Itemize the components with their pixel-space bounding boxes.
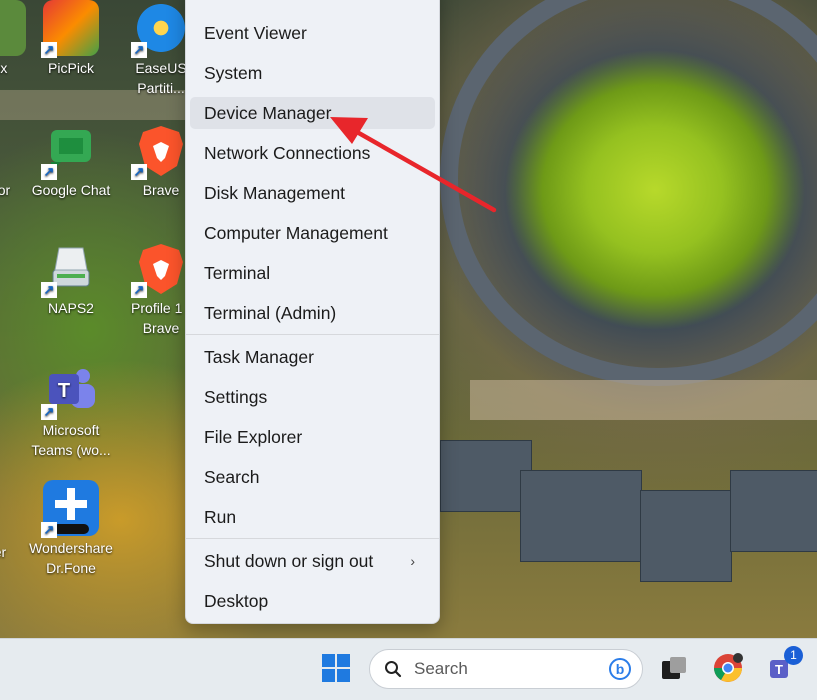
chrome-icon[interactable] xyxy=(712,652,744,684)
taskbar-search-box[interactable]: Search b xyxy=(369,649,643,689)
task-view-icon[interactable] xyxy=(658,652,690,684)
bing-icon[interactable]: b xyxy=(608,657,632,681)
notification-badge: 1 xyxy=(784,646,803,665)
svg-text:b: b xyxy=(616,661,625,677)
search-icon xyxy=(385,661,402,678)
desktop-wallpaper: ↗ tex ↗ PicPick ↗ EaseUS Partiti... or ↗… xyxy=(0,0,817,638)
annotation-arrow xyxy=(330,117,497,213)
teams-taskbar-icon[interactable]: T 1 xyxy=(767,646,803,684)
windows-start-icon[interactable] xyxy=(320,652,352,684)
taskbar: Search b T 1 xyxy=(0,638,817,700)
search-placeholder: Search xyxy=(414,659,468,678)
svg-text:T: T xyxy=(775,662,783,677)
